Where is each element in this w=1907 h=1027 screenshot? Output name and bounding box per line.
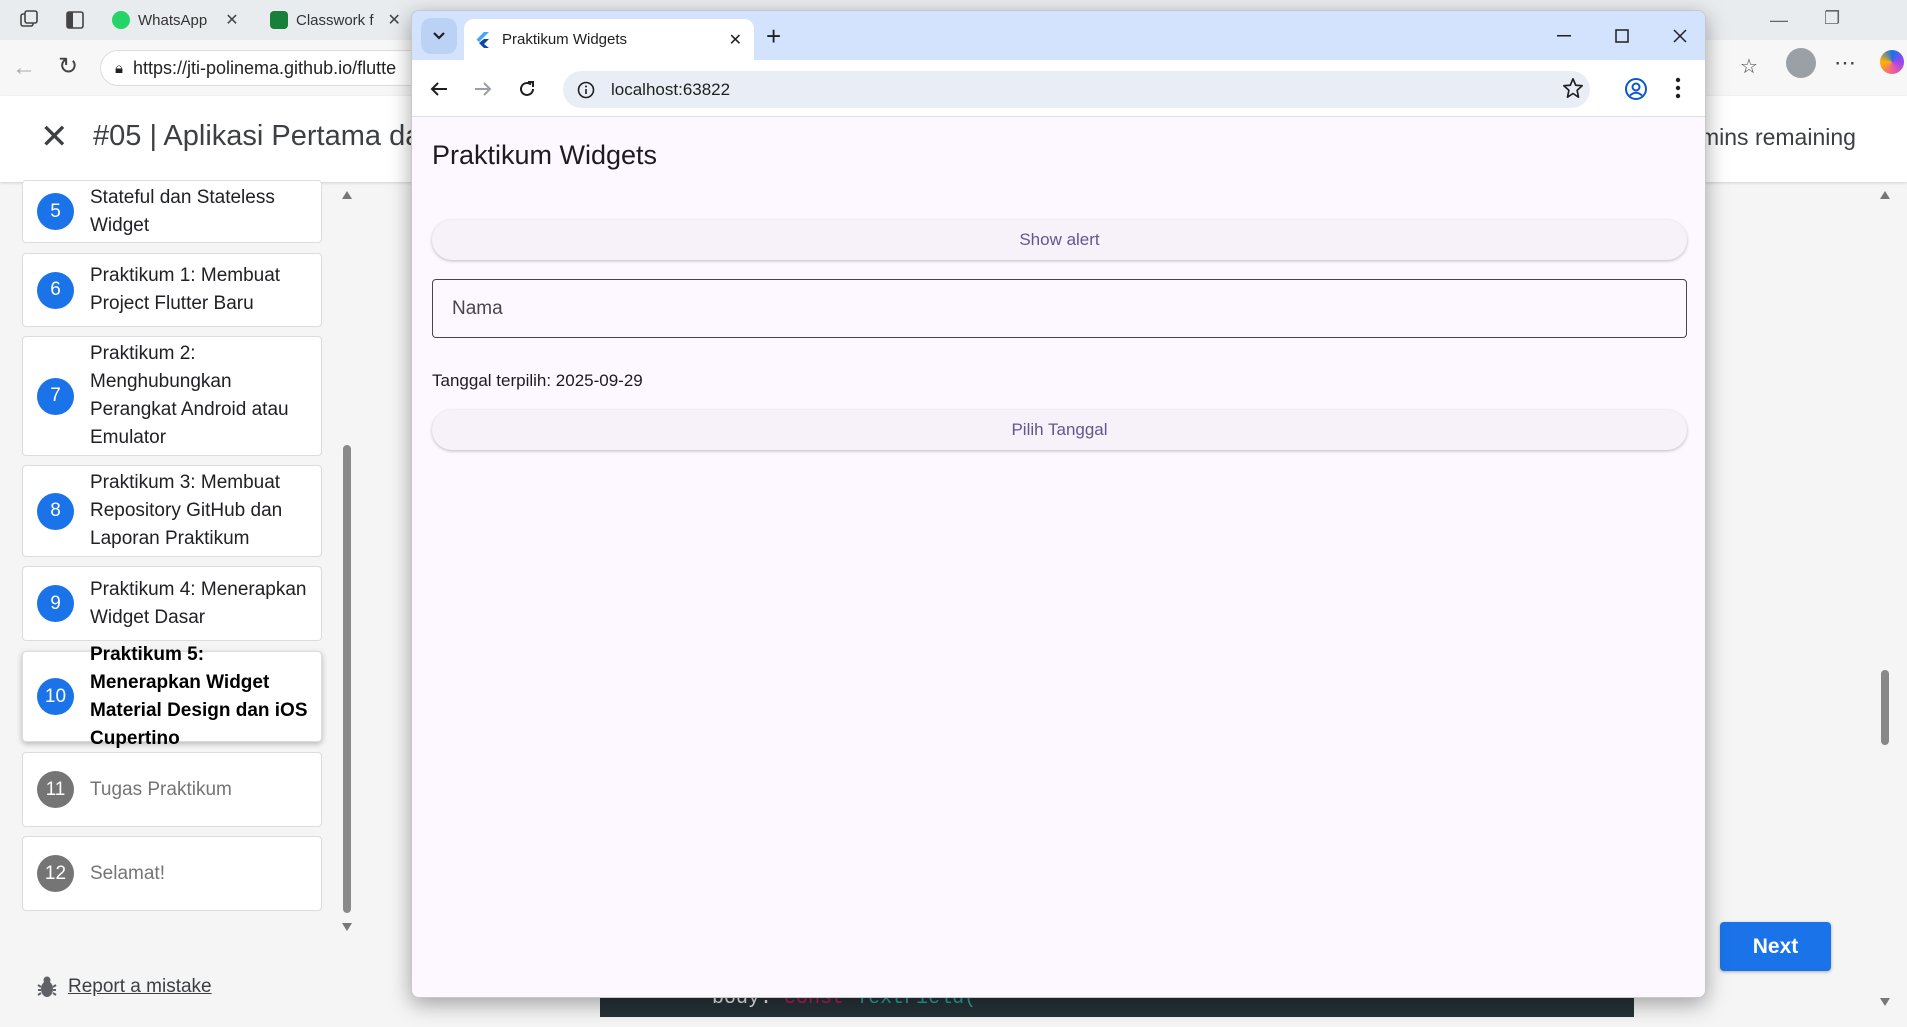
edge-tab-label: WhatsApp — [138, 11, 208, 29]
site-info-icon[interactable] — [577, 81, 595, 99]
chrome-tab-active[interactable]: Praktikum Widgets ✕ — [464, 19, 754, 60]
scroll-down-icon[interactable] — [1879, 997, 1891, 1007]
reload-icon — [520, 81, 534, 96]
step-label: Praktikum 3: Membuat Repository GitHub d… — [90, 472, 283, 549]
copilot-icon[interactable] — [1880, 50, 1904, 74]
step-label: Praktikum 1: Membuat Project Flutter Bar… — [90, 265, 281, 314]
favorites-icon[interactable]: ☆ — [1740, 54, 1758, 79]
reload-button[interactable] — [514, 76, 540, 102]
whatsapp-icon — [112, 11, 130, 29]
close-icon[interactable]: ✕ — [40, 120, 69, 154]
step-number: 8 — [37, 492, 74, 530]
next-button[interactable]: Next — [1720, 922, 1831, 971]
maximize-button[interactable] — [1607, 23, 1637, 49]
menu-dots-icon[interactable] — [1675, 77, 1681, 99]
pilih-tanggal-button[interactable]: Pilih Tanggal — [432, 410, 1687, 450]
chrome-url-text: localhost:63822 — [611, 79, 731, 99]
classroom-icon — [270, 11, 288, 29]
show-alert-button[interactable]: Show alert — [432, 220, 1687, 260]
time-remaining: mins remaining — [1700, 124, 1856, 150]
step-item-9[interactable]: 9 Praktikum 4: Menerapkan Widget Dasar — [22, 566, 322, 641]
step-number: 10 — [37, 678, 74, 715]
chevron-down-icon — [433, 32, 445, 40]
step-item-12[interactable]: 12 Selamat! — [22, 836, 322, 911]
maximize-icon — [1615, 29, 1629, 43]
scroll-up-icon[interactable] — [1879, 190, 1891, 200]
step-item-10[interactable]: 10 Praktikum 5: Menerapkan Widget Materi… — [22, 644, 322, 749]
step-number: 7 — [37, 377, 74, 415]
step-item-6[interactable]: 6 Praktikum 1: Membuat Project Flutter B… — [22, 253, 322, 327]
minimize-icon[interactable]: — — [1770, 10, 1788, 31]
tab-search-button[interactable] — [421, 18, 457, 54]
restore-icon[interactable]: ❐ — [1824, 8, 1840, 29]
scroll-down-icon[interactable] — [341, 922, 353, 932]
page-title: #05 | Aplikasi Pertama dar — [93, 120, 431, 152]
sidebar-scrollbar[interactable] — [343, 445, 351, 913]
workspaces-icon[interactable] — [18, 9, 40, 31]
chrome-tab-bar: Praktikum Widgets ✕ + — [412, 11, 1705, 60]
step-item-5[interactable]: 5 Stateful dan Stateless Widget — [22, 180, 322, 243]
app-bar-title: Praktikum Widgets — [432, 140, 658, 170]
report-mistake-label: Report a mistake — [68, 976, 212, 997]
new-tab-button[interactable]: + — [766, 23, 781, 49]
edge-tab-whatsapp[interactable]: WhatsApp ✕ — [112, 5, 239, 35]
lock-icon: 🔒︎ — [115, 59, 123, 77]
minimize-icon — [1557, 35, 1571, 37]
flutter-app: Praktikum Widgets Show alert Nama Tangga… — [412, 118, 1705, 997]
step-number: 6 — [37, 271, 74, 309]
back-arrow-icon — [430, 82, 447, 96]
forward-arrow-icon — [475, 82, 492, 96]
step-number: 5 — [37, 193, 74, 230]
nama-text-field[interactable]: Nama — [432, 279, 1687, 338]
edge-address-bar[interactable]: 🔒︎ https://jti-polinema.github.io/flutte — [100, 50, 430, 86]
profile-icon[interactable] — [1624, 77, 1648, 101]
close-window-button[interactable] — [1665, 23, 1695, 49]
more-icon[interactable]: ⋯ — [1834, 50, 1856, 76]
step-item-7[interactable]: 7 Praktikum 2: Menghubungkan Perangkat A… — [22, 336, 322, 456]
forward-button[interactable] — [470, 76, 496, 102]
edge-tab-classwork[interactable]: Classwork f ✕ — [270, 5, 401, 35]
flutter-icon — [476, 31, 490, 48]
scroll-up-icon[interactable] — [341, 190, 353, 200]
report-mistake-link[interactable]: Report a mistake — [36, 975, 212, 999]
minimize-button[interactable] — [1549, 23, 1579, 49]
step-item-11[interactable]: 11 Tugas Praktikum — [22, 752, 322, 827]
close-icon[interactable]: ✕ — [388, 10, 401, 30]
step-label: Stateful dan Stateless Widget — [90, 186, 275, 236]
close-icon[interactable]: ✕ — [225, 10, 238, 30]
close-icon[interactable]: ✕ — [729, 30, 742, 50]
bookmark-star-icon[interactable] — [1562, 77, 1584, 99]
chrome-window: Praktikum Widgets ✕ + localhost:63822 Pr… — [411, 10, 1706, 998]
back-button[interactable] — [426, 76, 452, 102]
close-icon — [1673, 29, 1687, 43]
back-icon[interactable]: ← — [12, 54, 36, 82]
step-label: Tugas Praktikum — [90, 778, 232, 800]
step-label: Praktikum 4: Menerapkan Widget Dasar — [90, 578, 307, 628]
step-label: Selamat! — [90, 862, 165, 884]
step-item-8[interactable]: 8 Praktikum 3: Membuat Repository GitHub… — [22, 465, 322, 557]
edge-url-text: https://jti-polinema.github.io/flutte — [132, 57, 397, 78]
step-number: 12 — [37, 855, 74, 892]
vertical-tabs-icon[interactable] — [64, 9, 86, 31]
step-number: 9 — [37, 585, 74, 622]
avatar[interactable] — [1786, 48, 1816, 78]
selected-date-text: Tanggal terpilih: 2025-09-29 — [432, 371, 643, 390]
step-label: Praktikum 2: Menghubungkan Perangkat And… — [90, 343, 289, 448]
page-scrollbar[interactable] — [1881, 670, 1889, 745]
nama-field-label: Nama — [452, 297, 503, 319]
bug-icon — [36, 975, 58, 999]
step-number: 11 — [37, 771, 74, 808]
step-label: Praktikum 5: Menerapkan Widget Material … — [90, 643, 308, 749]
edge-tab-label: Classwork f — [296, 11, 374, 29]
refresh-icon[interactable]: ↻ — [58, 52, 78, 81]
chrome-address-bar[interactable]: localhost:63822 — [563, 71, 1590, 108]
chrome-tab-title: Praktikum Widgets — [502, 31, 628, 48]
